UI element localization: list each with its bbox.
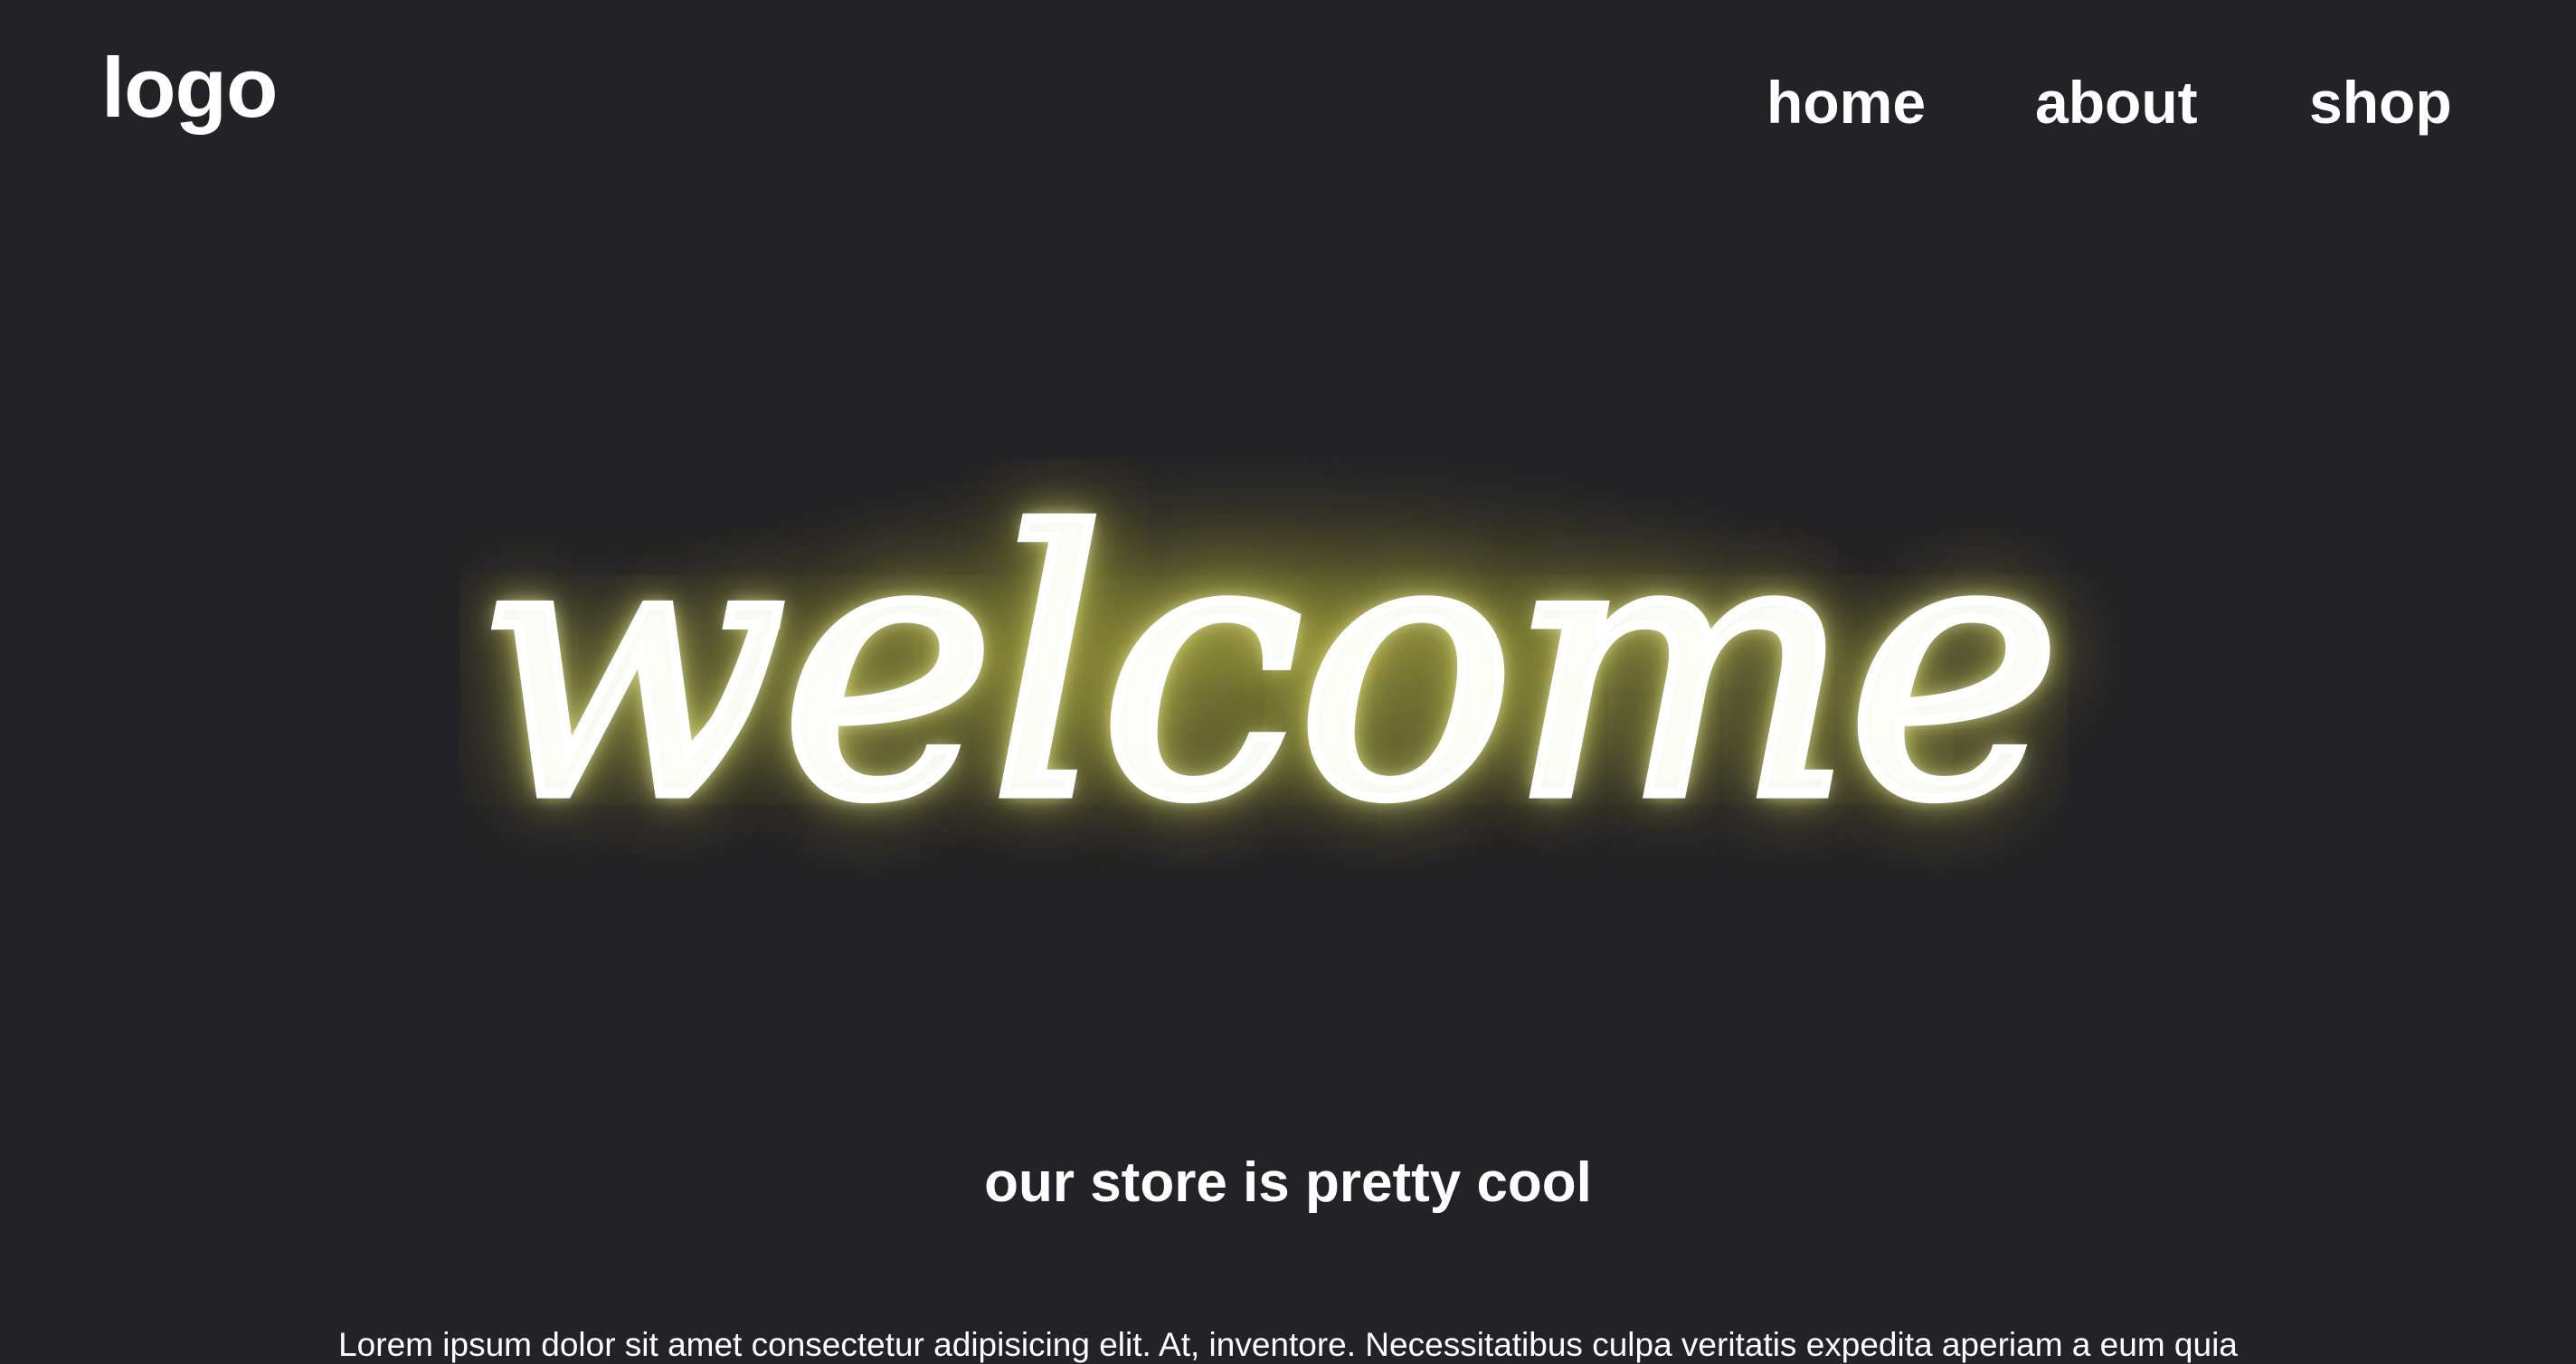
page: logo home about shop welcome our store i… [0,0,2576,1364]
nav-link-shop[interactable]: shop [2309,72,2452,132]
hero-neon-sign: welcome [470,344,2067,995]
intro-paragraph: Lorem ipsum dolor sit amet consectetur a… [338,1326,2238,1363]
section-subtitle: our store is pretty cool [984,1151,1592,1214]
welcome-neon-text: welcome [472,454,2067,885]
nav-link-home[interactable]: home [1766,72,1926,132]
nav-link-about[interactable]: about [2035,72,2198,132]
logo[interactable]: logo [101,45,278,130]
